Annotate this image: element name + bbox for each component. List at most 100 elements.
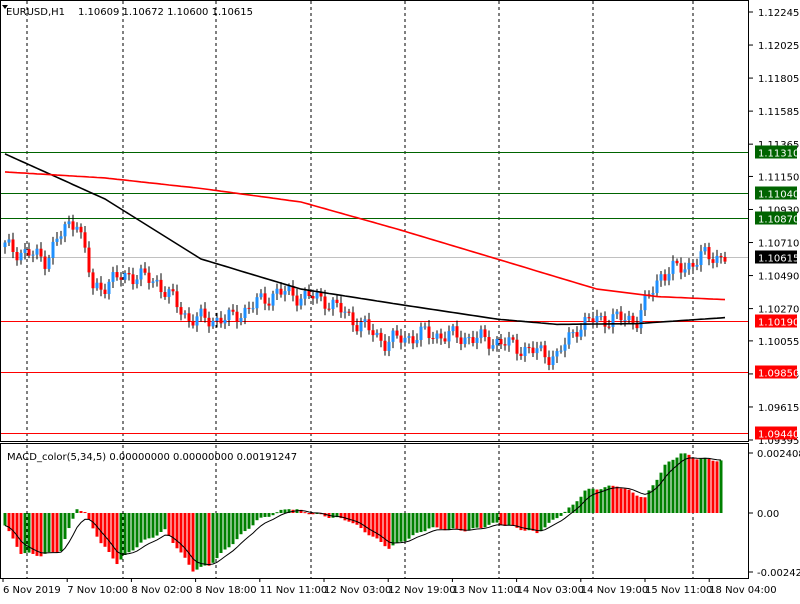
price-chart[interactable]: 1.122451.120251.118051.115851.113651.111… [0,0,800,600]
time-tick-label: 14 Nov 19:00 [581,585,648,596]
macd-bar [619,488,623,513]
macd-bar [527,513,531,531]
price-level-label: 1.10615 [758,254,799,265]
candle-body [463,337,467,344]
time-tick-label: 15 Nov 11:00 [645,585,712,596]
macd-bar [467,513,471,531]
price-tick-label: 1.11150 [758,172,799,183]
macd-bar [459,513,463,531]
macd-bar [147,513,151,539]
macd-bar [667,461,671,513]
macd-bar [215,513,219,559]
candle-body [147,272,151,283]
candle-body [527,347,531,349]
macd-bar [167,513,171,537]
ohlc-header: 1.10609 1.10672 1.10600 1.10615 [78,7,253,18]
macd-bar [659,472,663,513]
macd-bar [487,513,491,525]
candle-body [75,226,79,230]
macd-bar [347,513,351,522]
macd-tick-label: 0.00 [757,509,779,520]
candle-body [395,330,399,336]
candle-body [311,295,315,299]
time-tick-label: 11 Nov 11:00 [260,585,327,596]
candle-body [15,251,19,261]
candle-body [707,247,711,260]
macd-bar [435,513,439,528]
macd-bar [475,513,479,528]
macd-panel [3,453,723,572]
macd-bar [707,458,711,513]
macd-bar [439,513,443,530]
candle-body [103,289,107,294]
macd-bar [419,513,423,533]
macd-bar [79,511,83,513]
candle-body [339,302,343,313]
macd-bar [627,489,631,513]
candle-body [59,236,63,239]
candle-body [539,345,543,349]
macd-bar [359,513,363,529]
macd-bar [415,513,419,533]
macd-bar [495,513,499,523]
candle-body [303,290,307,299]
macd-bar [39,513,43,557]
price-tick-label: 1.10710 [758,239,799,250]
macd-tick-label: -0.002427 [757,568,800,579]
candle-body [95,282,99,289]
macd-bar [431,513,435,528]
candle-body [351,312,355,326]
candle-body [67,221,71,225]
candle-body [79,226,83,233]
price-level-label: 1.09440 [758,430,799,441]
macd-bar [447,513,451,530]
macd-bar [175,513,179,549]
price-tick-label: 1.12245 [758,8,799,19]
macd-bar [371,513,375,537]
candle-body [439,333,443,339]
macd-bar [159,513,163,532]
candle-body [347,311,351,313]
macd-bar [511,513,515,526]
candle-body [363,319,367,323]
candle-body [415,339,419,344]
candle-body [643,294,647,311]
price-level-label: 1.11310 [758,149,799,160]
candle-body [659,274,663,281]
macd-bar [391,513,395,546]
time-tick-label: 7 Nov 10:00 [67,585,128,596]
candle-body [455,326,459,338]
candle-body [119,277,123,280]
macd-bar [47,513,51,553]
price-axis: 1.122451.120251.118051.115851.113651.111… [749,8,800,579]
candle-body [203,308,207,318]
candle-body [231,309,235,312]
candle-body [699,251,703,266]
macd-bar [31,513,35,554]
candle-body [595,316,599,323]
macd-bar [187,513,191,565]
candle-body [255,297,259,309]
macd-bar [99,513,103,544]
candle-body [175,291,179,308]
price-tick-label: 1.10490 [758,272,799,283]
macd-bar [51,513,55,553]
macd-bar [563,511,567,513]
macd-bar [699,458,703,513]
macd-bar [139,513,143,543]
candle-body [287,285,291,292]
candle-body [267,303,271,306]
candle-body [259,293,263,298]
macd-bar [551,513,555,520]
macd-bar [267,513,271,517]
candle-body [275,288,279,294]
candle-body [663,274,667,281]
horizontal-levels[interactable] [1,152,748,434]
candle-body [483,329,487,338]
candle-body [719,255,723,257]
macd-tick-label: 0.0024082 [757,449,800,460]
macd-bar [303,512,307,514]
candle-body [27,249,31,256]
macd-bar [711,460,715,513]
price-level-label: 1.11040 [758,190,799,201]
